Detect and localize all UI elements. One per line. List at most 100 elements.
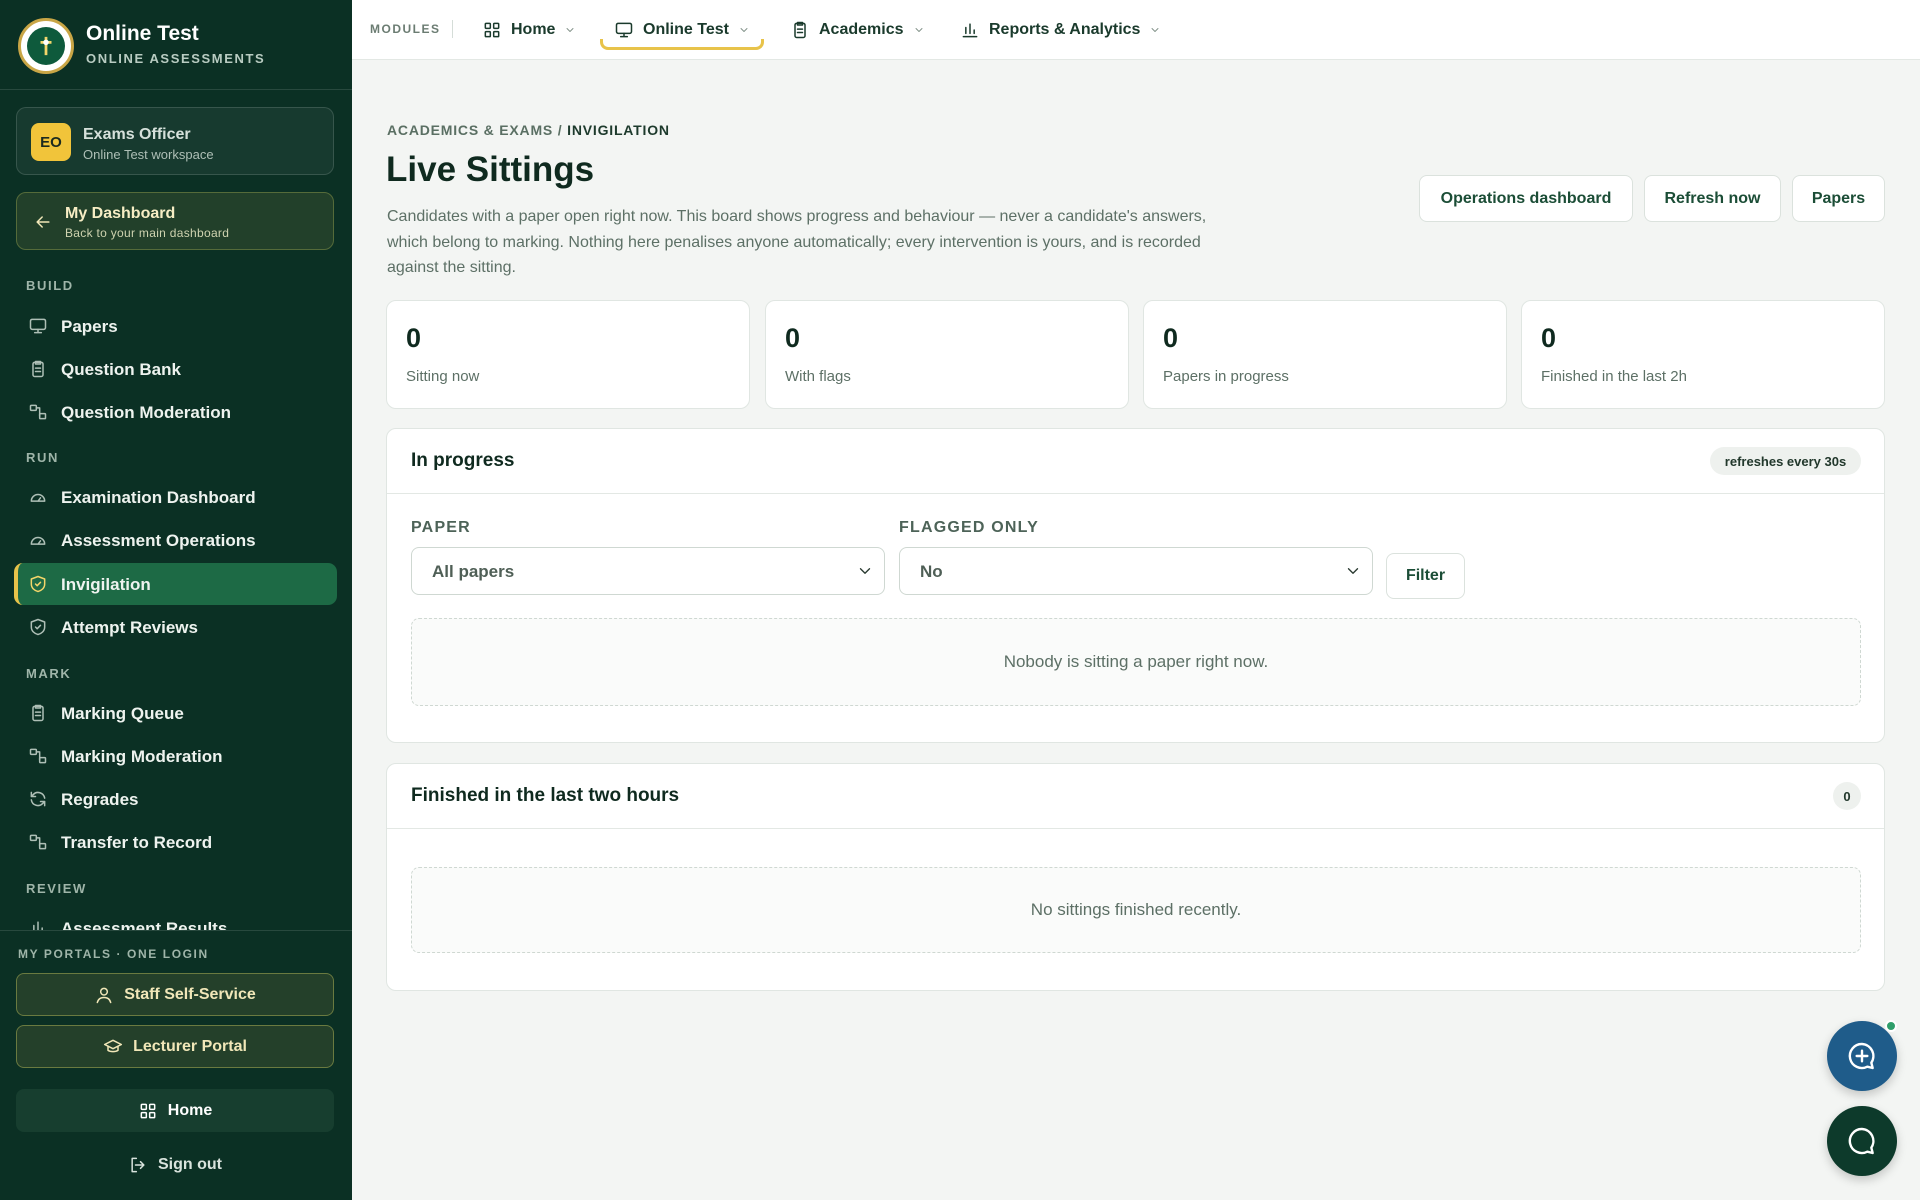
paper-select[interactable]: All papers — [411, 547, 885, 595]
chat-icon — [1848, 1127, 1875, 1155]
grid-icon — [484, 22, 500, 38]
sidebar-item-label: Transfer to Record — [61, 833, 213, 852]
shield-check-icon — [30, 618, 46, 636]
sidebar-item-label: Papers — [61, 317, 118, 336]
chat-button[interactable] — [1827, 1106, 1897, 1176]
menu-online-test-label: Online Test — [643, 21, 729, 38]
breadcrumb-parent[interactable]: ACADEMICS & EXAMS — [387, 122, 553, 138]
sidebar-item-invigilation[interactable]: Invigilation — [14, 563, 337, 605]
stat-value: 0 — [1163, 323, 1179, 353]
operations-dashboard-button[interactable]: Operations dashboard — [1419, 175, 1633, 222]
menu-home[interactable]: Home — [482, 0, 576, 60]
app-title: Online Test — [86, 22, 199, 45]
paper-select-value: All papers — [432, 562, 515, 581]
papers-button[interactable]: Papers — [1792, 175, 1885, 222]
arrow-left-icon — [36, 216, 50, 228]
sidebar-item-label: Examination Dashboard — [61, 488, 256, 507]
modules-label: MODULES — [370, 22, 441, 36]
paper-filter-label: PAPER — [411, 519, 471, 536]
section-review: REVIEW — [26, 881, 87, 896]
shield-check-icon — [30, 575, 46, 593]
finished-empty-state: No sittings finished recently. — [411, 867, 1861, 953]
panel-title: Finished in the last two hours — [411, 785, 680, 806]
sidebar-item-regrades[interactable]: Regrades — [14, 778, 337, 820]
home-button[interactable]: Home — [16, 1089, 334, 1132]
breadcrumb-separator: / — [553, 122, 568, 138]
filter-button[interactable]: Filter — [1386, 553, 1465, 599]
workflow-icon — [29, 748, 47, 764]
in-progress-empty-state: Nobody is sitting a paper right now. — [411, 618, 1861, 706]
gauge-icon — [30, 493, 46, 502]
sidebar-item-marking-queue[interactable]: Marking Queue — [14, 692, 337, 734]
sidebar-item-label: Marking Moderation — [61, 747, 223, 766]
top-bar: MODULES Home Online Test Academics Repor… — [352, 0, 1920, 60]
section-mark: MARK — [26, 666, 72, 681]
chat-sparkle-icon — [1848, 1042, 1875, 1070]
sidebar-item-assessment-operations[interactable]: Assessment Operations — [14, 519, 337, 561]
sidebar-item-marking-moderation[interactable]: Marking Moderation — [14, 735, 337, 777]
sidebar-nav: BUILD Papers Question Bank Question Mode… — [0, 268, 352, 930]
section-run: RUN — [26, 450, 59, 465]
finished-panel: Finished in the last two hours 0 No sitt… — [386, 763, 1885, 991]
flagged-filter-label: FLAGGED ONLY — [899, 519, 1040, 536]
panel-header: In progress refreshes every 30s — [387, 429, 1884, 494]
sidebar-item-question-moderation[interactable]: Question Moderation — [14, 391, 337, 433]
crest-icon[interactable] — [18, 18, 74, 74]
sidebar-item-question-bank[interactable]: Question Bank — [14, 348, 337, 390]
app-subtitle: ONLINE ASSESSMENTS — [86, 51, 266, 66]
flagged-select-value: No — [920, 562, 943, 581]
stat-label: With flags — [785, 368, 851, 385]
sidebar: Online Test ONLINE ASSESSMENTS EO Exams … — [0, 0, 352, 1200]
ai-assistant-button[interactable] — [1827, 1021, 1897, 1091]
gauge-icon — [30, 536, 46, 545]
sidebar-item-examination-dashboard[interactable]: Examination Dashboard — [14, 476, 337, 518]
sidebar-item-papers[interactable]: Papers — [14, 305, 337, 347]
sidebar-item-assessment-results[interactable]: Assessment Results — [14, 907, 337, 930]
grid-icon — [140, 1103, 156, 1118]
chevron-down-icon — [1152, 28, 1159, 32]
sidebar-item-transfer-to-record[interactable]: Transfer to Record — [14, 821, 337, 863]
clipboard-icon — [32, 360, 44, 378]
chevron-down-icon — [859, 568, 871, 574]
sidebar-item-label: Question Moderation — [61, 403, 231, 422]
sidebar-item-label: Marking Queue — [61, 704, 184, 723]
menu-reports-label: Reports & Analytics — [989, 21, 1141, 38]
stat-value: 0 — [785, 323, 801, 353]
menu-academics[interactable]: Academics — [790, 0, 925, 60]
workflow-icon — [29, 404, 47, 420]
menu-online-test[interactable]: Online Test — [600, 0, 764, 60]
refresh-now-button[interactable]: Refresh now — [1644, 175, 1781, 222]
graduation-cap-icon — [104, 1039, 123, 1052]
avatar: EO — [31, 123, 71, 161]
sidebar-item-label: Assessment Operations — [61, 531, 256, 550]
sidebar-item-label: Assessment Results — [61, 919, 228, 930]
chevron-down-icon — [1347, 568, 1359, 574]
menu-reports-analytics[interactable]: Reports & Analytics — [960, 0, 1161, 60]
flagged-only-select[interactable]: No — [899, 547, 1373, 595]
sign-out-button[interactable]: Sign out — [16, 1143, 334, 1186]
portals-heading: MY PORTALS · ONE LOGIN — [18, 947, 209, 961]
section-build: BUILD — [26, 278, 74, 293]
sidebar-item-attempt-reviews[interactable]: Attempt Reviews — [14, 606, 337, 648]
monitor-icon — [615, 22, 633, 38]
my-dashboard-sub: Back to your main dashboard — [65, 226, 230, 240]
staff-self-service-button[interactable]: Staff Self-Service — [16, 973, 334, 1016]
stat-card-with-flags: 0 With flags — [765, 300, 1129, 409]
bar-chart-icon — [962, 23, 978, 38]
user-card[interactable]: EO Exams Officer Online Test workspace — [16, 107, 334, 175]
brand: Online Test ONLINE ASSESSMENTS — [0, 0, 352, 90]
my-dashboard-button[interactable]: My Dashboard Back to your main dashboard — [16, 192, 334, 250]
menu-home-label: Home — [511, 21, 556, 38]
in-progress-panel: In progress refreshes every 30s PAPER Al… — [386, 428, 1885, 743]
stat-label: Sitting now — [406, 368, 480, 385]
monitor-icon — [29, 318, 47, 334]
sidebar-item-label: Attempt Reviews — [61, 618, 198, 637]
stat-card-papers-in-progress: 0 Papers in progress — [1143, 300, 1507, 409]
user-name: Exams Officer — [83, 126, 191, 143]
staff-self-service-label: Staff Self-Service — [124, 985, 256, 1003]
stat-value: 0 — [1541, 323, 1557, 353]
stat-value: 0 — [406, 323, 422, 353]
sign-out-label: Sign out — [158, 1155, 222, 1173]
sidebar-item-label: Regrades — [61, 790, 139, 809]
lecturer-portal-button[interactable]: Lecturer Portal — [16, 1025, 334, 1068]
